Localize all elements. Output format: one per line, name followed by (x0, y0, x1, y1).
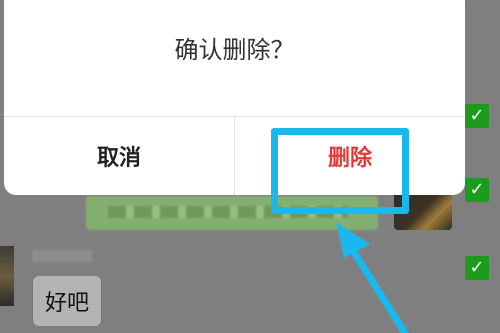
highlight-box (271, 128, 409, 214)
chat-screen: 好吧 ✓ ✓ ✓ 确认删除？ 取消 删除 (0, 0, 500, 333)
sender-name (32, 250, 92, 262)
checkbox-checked-icon[interactable]: ✓ (465, 104, 489, 128)
checkbox-checked-icon[interactable]: ✓ (465, 178, 489, 202)
received-message-text: 好吧 (33, 276, 101, 326)
received-message-bubble: 好吧 (32, 276, 102, 326)
contact-avatar (0, 246, 14, 306)
dialog-message: 确认删除？ (174, 36, 295, 64)
checkbox-checked-icon[interactable]: ✓ (465, 256, 489, 280)
cancel-button[interactable]: 取消 (4, 116, 234, 195)
